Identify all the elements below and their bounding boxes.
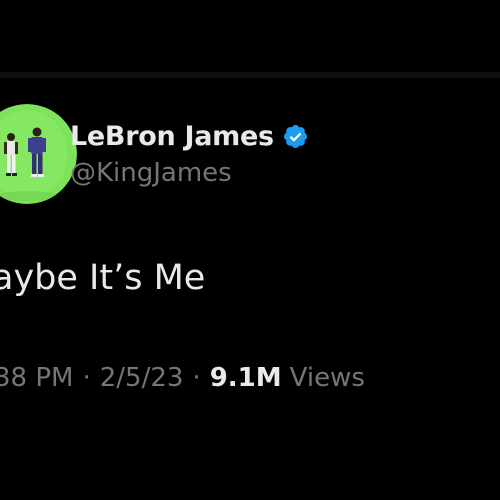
avatar-photo-icon (0, 104, 77, 204)
tweet-screen: LeBron James @KingJames aybe It’s Me 38 … (0, 0, 500, 500)
tweet-meta: 38 PM · 2/5/23 · 9.1M Views (0, 363, 365, 393)
tweet-text: aybe It’s Me (0, 258, 206, 298)
author-display-name[interactable]: LeBron James (70, 121, 274, 152)
tweet-time[interactable]: 38 PM (0, 363, 73, 393)
views-count: 9.1M (209, 363, 282, 393)
tweet-date[interactable]: 2/5/23 (100, 363, 184, 393)
author-handle[interactable]: @KingJames (70, 158, 232, 188)
top-divider (0, 72, 500, 78)
author-name-row: LeBron James (70, 116, 309, 156)
views-label: Views (289, 363, 365, 393)
verified-badge-icon[interactable] (282, 123, 309, 150)
meta-separator: · (192, 363, 201, 393)
author-avatar[interactable] (0, 104, 77, 204)
meta-separator: · (82, 363, 91, 393)
